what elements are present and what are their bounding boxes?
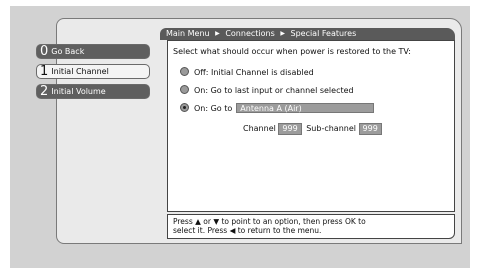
go-back-button[interactable]: 0 Go Back — [36, 44, 150, 59]
breadcrumb-item-connections: Connections — [225, 29, 275, 38]
option-label: Off: Initial Channel is disabled — [194, 68, 314, 77]
menu-label: Go Back — [51, 47, 85, 56]
menu-label: Initial Volume — [51, 87, 106, 96]
option-label: On: Go to — [194, 104, 233, 113]
breadcrumb-separator-icon: ▶ — [215, 30, 220, 37]
subchannel-field[interactable]: 999 — [358, 123, 382, 135]
subchannel-label: Sub-channel — [306, 124, 356, 133]
breadcrumb: Main Menu ▶ Connections ▶ Special Featur… — [160, 28, 455, 40]
initial-volume-button[interactable]: 2 Initial Volume — [36, 84, 150, 99]
breadcrumb-item-main-menu: Main Menu — [166, 29, 210, 38]
radio-icon — [180, 67, 189, 76]
menu-number: 0 — [40, 44, 49, 59]
breadcrumb-item-special-features: Special Features — [290, 29, 357, 38]
source-select[interactable]: Antenna A (Air) — [236, 103, 375, 113]
help-line-1: Press ▲ or ▼ to point to an option, then… — [173, 217, 366, 226]
menu-label: Initial Channel — [51, 67, 109, 76]
help-line-2: select it. Press ◀ to return to the menu… — [173, 226, 322, 235]
breadcrumb-separator-icon: ▶ — [280, 30, 285, 37]
option-go-to[interactable]: On: Go to Antenna A (Air) — [180, 103, 375, 115]
channel-row: Channel 999 Sub-channel 999 — [243, 123, 382, 135]
initial-channel-button[interactable]: 1 Initial Channel — [36, 64, 150, 79]
radio-icon — [180, 85, 189, 94]
panel-prompt: Select what should occur when power is r… — [173, 47, 411, 56]
radio-selected-icon — [180, 103, 189, 112]
options-panel: Select what should occur when power is r… — [167, 40, 455, 212]
menu-number: 2 — [40, 84, 49, 99]
channel-field[interactable]: 999 — [278, 123, 302, 135]
option-off[interactable]: Off: Initial Channel is disabled — [180, 67, 314, 79]
help-text-box: Press ▲ or ▼ to point to an option, then… — [167, 214, 455, 239]
channel-label: Channel — [243, 124, 276, 133]
option-last-input[interactable]: On: Go to last input or channel selected — [180, 85, 354, 97]
option-label: On: Go to last input or channel selected — [194, 86, 354, 95]
menu-number: 1 — [40, 64, 49, 79]
